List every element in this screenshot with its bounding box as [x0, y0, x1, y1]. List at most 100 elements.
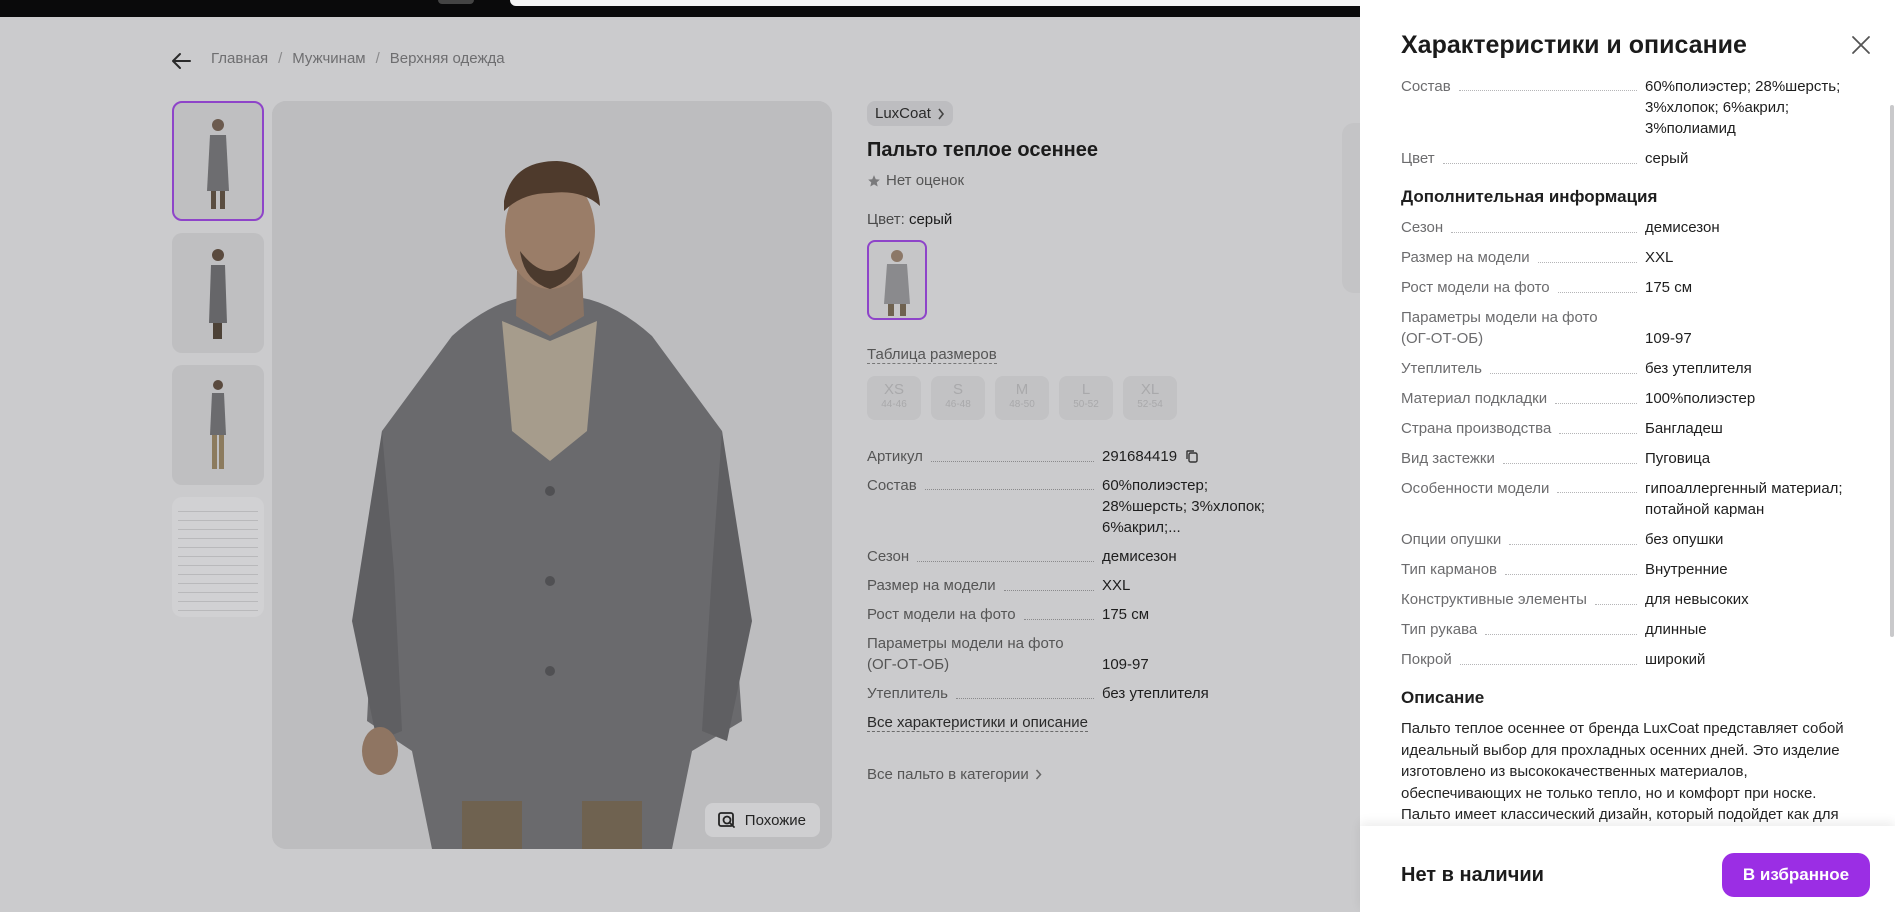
char-key: Конструктивные элементы	[1401, 591, 1587, 608]
all-specs-link[interactable]: Все характеристики и описание	[867, 714, 1088, 732]
size-range: 52-54	[1137, 399, 1163, 410]
description-text: Пальто теплое осеннее от бренда LuxCoat …	[1401, 720, 1844, 823]
char-value: Пуговица	[1645, 450, 1711, 467]
spec-value: 175 см	[1102, 606, 1150, 623]
size-range: 48-50	[1009, 399, 1035, 410]
breadcrumb-men[interactable]: Мужчинам	[292, 50, 365, 67]
drawer-footer: Нет в наличии В избранное	[1360, 826, 1895, 912]
product-title: Пальто теплое осеннее	[867, 139, 1098, 161]
breadcrumb: Главная / Мужчинам / Верхняя одежда	[211, 50, 505, 67]
size-label: S	[952, 381, 963, 398]
spec-value: 291684419	[1102, 448, 1178, 465]
char-value: без опушки	[1645, 531, 1724, 548]
spec-key: Артикул	[867, 448, 923, 465]
char-value: 60%полиэстер; 28%шерсть; 3%хлопок; 6%акр…	[1645, 78, 1841, 137]
char-row: Страна производства Бангладеш	[1401, 418, 1856, 439]
spec-row: Утеплитель без утеплителя	[867, 683, 1297, 704]
spec-value: 60%полиэстер; 28%шерсть; 3%хлопок; 6%акр…	[1102, 477, 1265, 536]
spec-value: 109-97	[1102, 656, 1149, 673]
back-arrow-icon[interactable]	[170, 49, 194, 73]
spec-key: Параметры модели на фото (ОГ-ОТ-ОБ)	[867, 635, 1064, 673]
thumbnail-side[interactable]	[172, 233, 264, 353]
breadcrumb-separator: /	[375, 50, 380, 67]
brand-name: LuxCoat	[875, 105, 931, 122]
breadcrumb-outerwear[interactable]: Верхняя одежда	[390, 50, 505, 67]
spec-key: Утеплитель	[867, 685, 948, 702]
similar-search-icon	[717, 812, 735, 828]
similar-label: Похожие	[744, 811, 806, 829]
thumbnail-strip	[172, 101, 264, 629]
char-key: Параметры модели на фото (ОГ-ОТ-ОБ)	[1401, 309, 1598, 347]
category-link[interactable]: Все пальто в категории	[867, 766, 1327, 783]
char-key: Опции опушки	[1401, 531, 1502, 548]
size-option[interactable]: XS 44-46	[867, 376, 921, 420]
char-value: демисезон	[1645, 219, 1720, 236]
color-label: Цвет:	[867, 211, 905, 228]
side-card-edge	[1342, 123, 1362, 293]
char-key: Страна производства	[1401, 420, 1552, 437]
spec-row: Рост модели на фото 175 см	[867, 604, 1297, 625]
characteristics-drawer: Характеристики и описание Состав 60%поли…	[1360, 0, 1895, 912]
char-key: Тип карманов	[1401, 561, 1497, 578]
thumbnail-full[interactable]	[172, 365, 264, 485]
size-chart-preview	[178, 503, 258, 611]
spec-list: Артикул 291684419 Состав 60%полиэстер; 2…	[867, 446, 1297, 704]
drawer-scrollbar[interactable]	[1890, 105, 1894, 637]
char-row: Конструктивные элементы для невысоких	[1401, 589, 1856, 610]
size-label: XL	[1140, 381, 1160, 398]
char-value: для невысоких	[1645, 591, 1749, 608]
chevron-right-icon	[1035, 769, 1042, 780]
spec-key: Размер на модели	[867, 577, 996, 594]
drawer-content: Состав 60%полиэстер; 28%шерсть; 3%хлопок…	[1401, 76, 1856, 826]
char-key: Рост модели на фото	[1401, 279, 1550, 296]
char-key: Покрой	[1401, 651, 1452, 668]
main-product-image[interactable]: Похожие	[272, 101, 832, 849]
spec-row: Сезон демисезон	[867, 546, 1297, 567]
thumbnail-front[interactable]	[172, 101, 264, 221]
product-page: Главная / Мужчинам / Верхняя одежда Похо…	[0, 17, 1362, 912]
similar-button[interactable]: Похожие	[704, 803, 820, 837]
size-label: XS	[883, 381, 904, 398]
char-row: Рост модели на фото 175 см	[1401, 277, 1856, 298]
color-swatch[interactable]	[867, 240, 927, 320]
spec-row: Состав 60%полиэстер; 28%шерсть; 3%хлопок…	[867, 475, 1297, 538]
copy-icon[interactable]	[1185, 449, 1199, 463]
char-key: Сезон	[1401, 219, 1444, 236]
size-option[interactable]: XL 52-54	[1123, 376, 1177, 420]
breadcrumb-home[interactable]: Главная	[211, 50, 268, 67]
rating-text: Нет оценок	[886, 172, 965, 189]
size-option[interactable]: S 46-48	[931, 376, 985, 420]
color-value: серый	[908, 211, 953, 228]
char-key: Вид застежки	[1401, 450, 1495, 467]
char-row: Состав 60%полиэстер; 28%шерсть; 3%хлопок…	[1401, 76, 1856, 139]
size-option[interactable]: M 48-50	[995, 376, 1049, 420]
char-value: гипоаллергенный материал; потайной карма…	[1645, 480, 1843, 518]
coat-model-icon	[207, 119, 229, 209]
spec-key: Сезон	[867, 548, 910, 565]
breadcrumb-separator: /	[278, 50, 283, 67]
char-value: Внутренние	[1645, 561, 1728, 578]
size-range: 50-52	[1073, 399, 1099, 410]
char-value: широкий	[1645, 651, 1706, 668]
size-selector: XS 44-46 S 46-48 M 48-50 L 50-52 XL 52-54	[867, 376, 1327, 420]
brand-badge[interactable]: LuxCoat	[867, 101, 953, 126]
char-row: Вид застежки Пуговица	[1401, 448, 1856, 469]
out-of-stock-label: Нет в наличии	[1401, 864, 1544, 886]
char-key: Цвет	[1401, 150, 1435, 167]
size-option[interactable]: L 50-52	[1059, 376, 1113, 420]
thumbnail-size-chart[interactable]	[172, 497, 264, 617]
size-table-link[interactable]: Таблица размеров	[867, 346, 997, 364]
star-icon	[868, 174, 880, 187]
spec-value: демисезон	[1102, 548, 1177, 565]
char-row: Тип карманов Внутренние	[1401, 559, 1856, 580]
swatch-model-icon	[884, 250, 910, 316]
char-value: 175 см	[1645, 279, 1693, 296]
char-row: Параметры модели на фото (ОГ-ОТ-ОБ) 109-9…	[1401, 307, 1856, 349]
rating[interactable]: Нет оценок	[867, 172, 1327, 189]
char-row: Цвет серый	[1401, 148, 1856, 169]
add-to-favorites-button[interactable]: В избранное	[1722, 853, 1870, 897]
extra-info-heading: Дополнительная информация	[1401, 187, 1658, 206]
close-icon[interactable]	[1850, 34, 1872, 56]
char-key: Размер на модели	[1401, 249, 1530, 266]
char-row: Покрой широкий	[1401, 649, 1856, 670]
